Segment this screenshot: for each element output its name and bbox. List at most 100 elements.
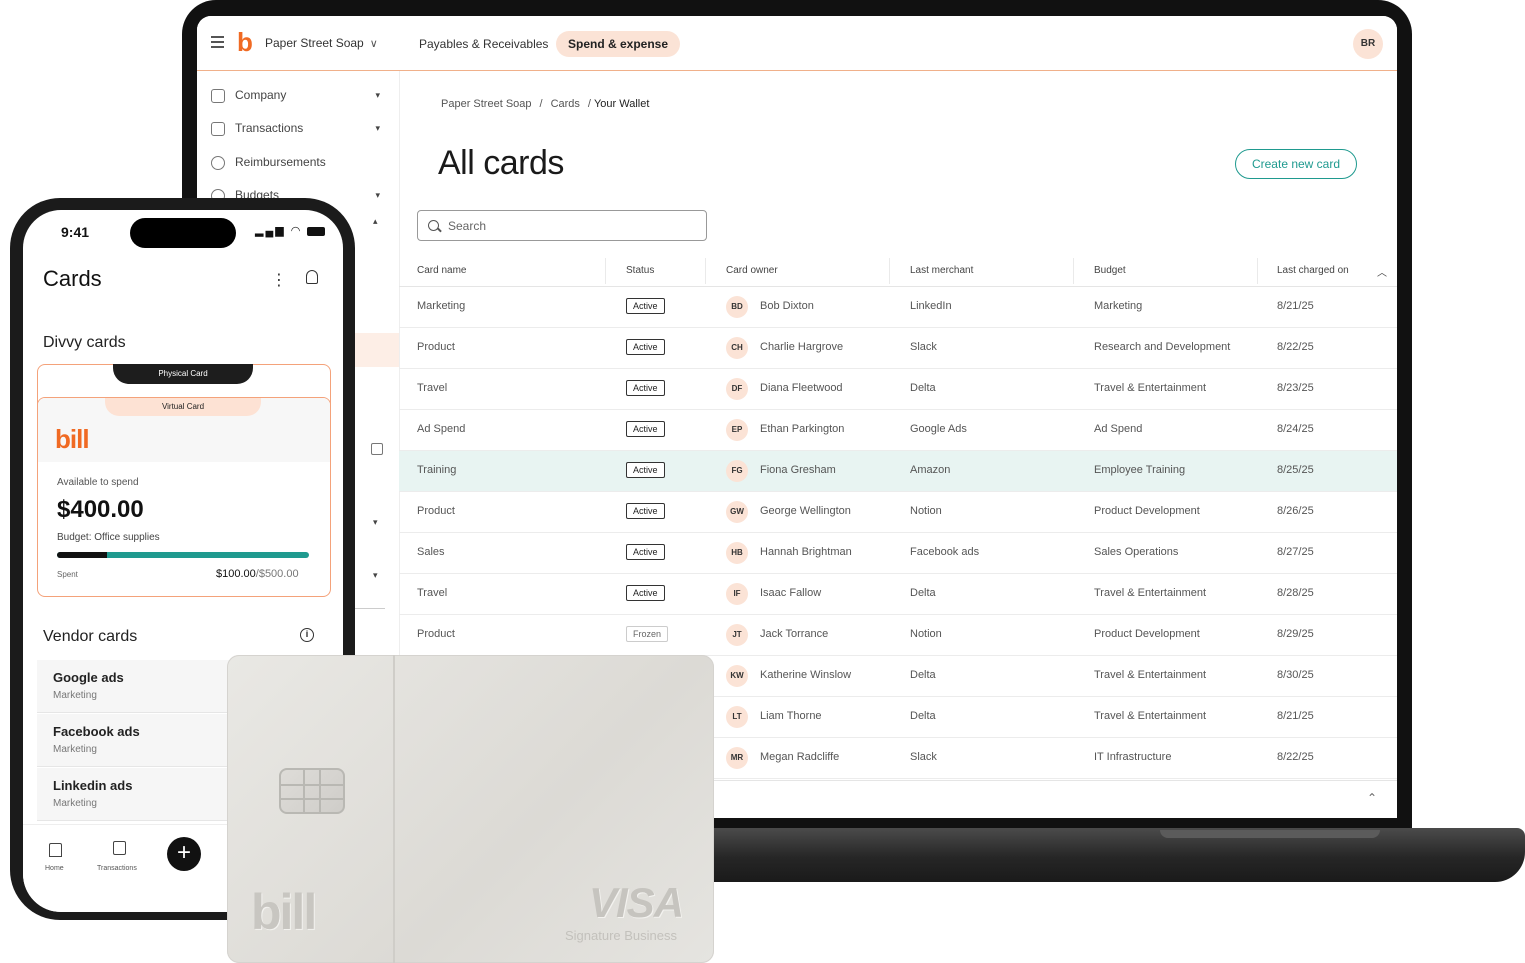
caret-down-icon[interactable]: ▾ — [373, 517, 378, 528]
spend-progress-bar — [57, 552, 309, 558]
vendor-name: Facebook ads — [53, 724, 140, 739]
tab-transactions[interactable]: Transactions — [97, 865, 137, 872]
caret-down-icon[interactable]: ▾ — [373, 570, 378, 581]
dynamic-island — [130, 218, 236, 248]
owner-avatar: DF — [726, 378, 748, 400]
cell-last-charged: 8/21/25 — [1277, 710, 1314, 722]
cell-budget: IT Infrastructure — [1094, 751, 1172, 763]
owner-avatar: GW — [726, 501, 748, 523]
table-row[interactable]: Travel Diana Fleetwood Delta Travel & Enter… — [399, 369, 1397, 410]
table-row[interactable]: Product George Wellington Notion Product De… — [399, 492, 1397, 533]
cell-card-name: Marketing — [417, 300, 466, 312]
vendor-cards-heading: Vendor cards — [43, 628, 138, 645]
org-switcher[interactable]: Paper Street Soap ∨ — [265, 36, 378, 50]
search-box[interactable] — [417, 210, 707, 241]
col-last-merchant[interactable]: Last merchant — [910, 265, 973, 276]
vendor-name: Linkedin ads — [53, 778, 133, 793]
cell-last-merchant: Notion — [910, 628, 942, 640]
cell-card-owner: Katherine Winslow — [760, 669, 852, 681]
caret-down-icon: ▾ — [375, 190, 380, 200]
tab-home[interactable]: Home — [45, 865, 64, 872]
cell-last-merchant: LinkedIn — [910, 300, 952, 312]
breadcrumb-cards[interactable]: Cards — [551, 98, 580, 110]
user-avatar[interactable]: BR — [1353, 29, 1383, 59]
external-link-icon[interactable] — [371, 443, 383, 455]
cell-card-owner: Diana Fleetwood — [760, 382, 843, 394]
scroll-top-icon[interactable]: ⌃ — [1367, 791, 1377, 805]
cell-last-merchant: Slack — [910, 341, 937, 353]
spent-label: Spent — [57, 570, 78, 579]
breadcrumb: Paper Street Soap / Cards / Your Wallet — [441, 98, 657, 110]
breadcrumb-current: Your Wallet — [593, 98, 650, 110]
cell-budget: Ad Spend — [1094, 423, 1143, 435]
home-icon[interactable] — [49, 843, 62, 857]
table-row[interactable]: Training Fiona Gresham Amazon Employee Trai… — [399, 451, 1397, 492]
cell-budget: Travel & Entertainment — [1094, 669, 1207, 681]
table-row[interactable]: Travel Isaac Fallow Delta Travel & Entertai… — [399, 574, 1397, 615]
menu-icon[interactable] — [211, 36, 224, 48]
reimburse-icon — [211, 155, 225, 170]
more-options-icon[interactable]: ⋮ — [271, 270, 287, 290]
laptop-base — [690, 828, 1525, 882]
visa-logo: VISA — [589, 879, 684, 926]
cell-last-charged: 8/23/25 — [1277, 382, 1314, 394]
col-card-owner[interactable]: Card owner — [726, 265, 778, 276]
card-divider — [393, 655, 395, 963]
cell-last-charged: 8/24/25 — [1277, 423, 1314, 435]
card-chip-icon — [279, 768, 345, 814]
col-last-charged[interactable]: Last charged on — [1277, 265, 1349, 276]
add-button[interactable]: + — [167, 837, 201, 871]
building-icon — [211, 88, 225, 103]
notification-bell-icon[interactable] — [306, 270, 318, 284]
laptop-notch — [1160, 830, 1380, 838]
org-name: Paper Street Soap — [265, 36, 364, 50]
transactions-icon[interactable] — [113, 841, 126, 855]
cell-budget: Sales Operations — [1094, 546, 1179, 558]
sort-caret-icon[interactable]: ︿ — [1377, 264, 1387, 279]
owner-avatar: CH — [726, 337, 748, 359]
col-status[interactable]: Status — [626, 265, 654, 276]
caret-down-icon: ▾ — [375, 123, 380, 133]
tab-payables-receivables[interactable]: Payables & Receivables — [407, 31, 560, 57]
col-budget[interactable]: Budget — [1094, 265, 1126, 276]
tab-spend-expense[interactable]: Spend & expense — [556, 31, 681, 57]
cell-last-merchant: Delta — [910, 669, 936, 681]
col-card-name[interactable]: Card name — [417, 265, 466, 276]
breadcrumb-org[interactable]: Paper Street Soap — [441, 98, 532, 110]
visa-signature-label: Signature Business — [565, 928, 678, 943]
status-time: 9:41 — [61, 224, 90, 240]
table-row[interactable]: Product Jack Torrance Notion Product Develo… — [399, 615, 1397, 656]
create-new-card-button[interactable]: Create new card — [1235, 149, 1357, 179]
owner-avatar: LT — [726, 706, 748, 728]
physical-visa-card: bill VISA Signature Business — [227, 655, 714, 963]
battery-icon — [307, 226, 326, 236]
receipt-icon — [211, 121, 225, 136]
breadcrumb-sep: / — [587, 98, 591, 110]
table-row[interactable]: Ad Spend Ethan Parkington Google Ads Ad Spe… — [399, 410, 1397, 451]
owner-avatar: KW — [726, 665, 748, 687]
physical-card-tab[interactable]: Physical Card — [113, 364, 253, 384]
owner-avatar: FG — [726, 460, 748, 482]
table-row[interactable]: Sales Hannah Brightman Facebook ads Sales O… — [399, 533, 1397, 574]
status-badge: Active — [626, 503, 665, 519]
sidebar-item-company[interactable]: Company ▾ — [211, 83, 386, 107]
cell-card-owner: George Wellington — [760, 505, 851, 517]
sidebar-item-reimbursements[interactable]: Reimbursements — [211, 150, 386, 174]
search-input[interactable] — [446, 215, 690, 237]
virtual-card-tab[interactable]: Virtual Card — [105, 398, 261, 416]
cell-budget: Research and Development — [1094, 341, 1231, 353]
table-row[interactable]: Product Charlie Hargrove Slack Research and… — [399, 328, 1397, 369]
cell-last-merchant: Google Ads — [910, 423, 967, 435]
vendor-budget: Marketing — [53, 798, 97, 809]
info-icon[interactable]: i — [300, 628, 314, 642]
cell-last-charged: 8/22/25 — [1277, 751, 1314, 763]
sidebar-item-transactions[interactable]: Transactions ▾ — [211, 116, 386, 140]
cell-card-owner: Jack Torrance — [760, 628, 829, 640]
breadcrumb-sep: / — [539, 98, 543, 110]
caret-up-icon[interactable]: ▴ — [373, 216, 378, 227]
cell-last-charged: 8/29/25 — [1277, 628, 1314, 640]
cell-budget: Travel & Entertainment — [1094, 710, 1207, 722]
cell-budget: Travel & Entertainment — [1094, 382, 1207, 394]
status-badge: Active — [626, 585, 665, 601]
table-row[interactable]: Marketing Bob Dixton LinkedIn Marketing 8/21… — [399, 287, 1397, 328]
